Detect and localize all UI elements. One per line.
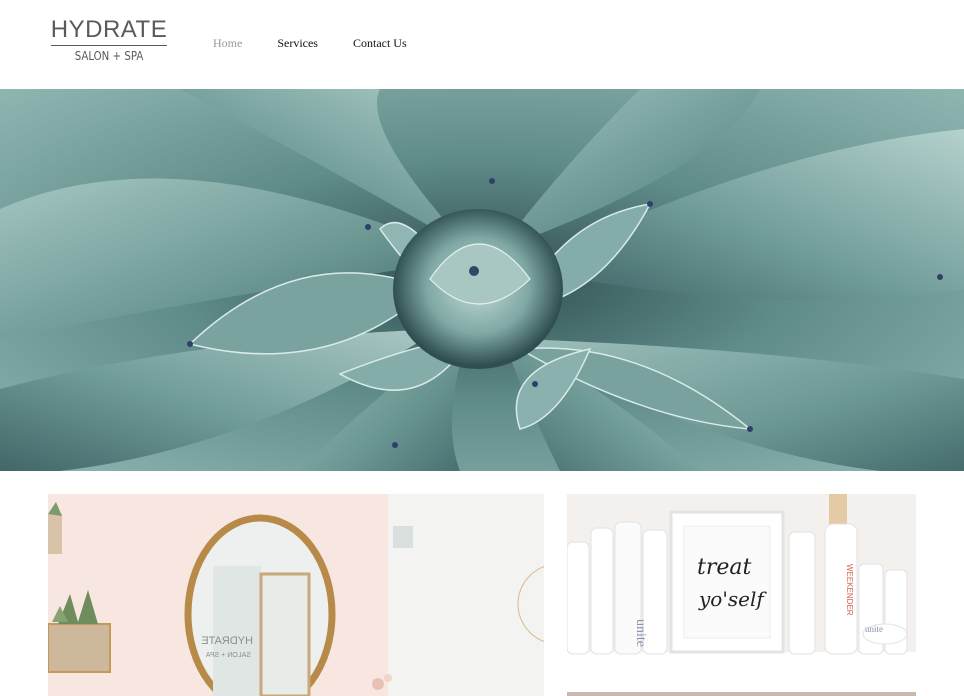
svg-text:HYDRATE: HYDRATE <box>201 635 253 647</box>
main-nav: Home Services Contact Us <box>213 36 442 51</box>
site-header: HYDRATE SALON + SPA Home Services Contac… <box>0 0 964 89</box>
frame-sign-line-2: yo'self <box>698 587 767 611</box>
svg-text:WEEKENDER: WEEKENDER <box>845 564 854 616</box>
logo-subtitle: SALON + SPA <box>74 49 144 63</box>
agave-illustration <box>0 89 964 471</box>
frame-sign-line-1: treat <box>697 555 751 580</box>
product-shelf-illustration: unite treat yo'self WEEKENDER unite <box>567 494 916 669</box>
gallery-products-image: unite treat yo'self WEEKENDER unite <box>567 494 916 669</box>
logo-title: HYDRATE <box>50 16 168 43</box>
nav-services-link[interactable]: Services <box>277 36 318 51</box>
gallery-next-image-edge <box>567 692 916 696</box>
gallery-salon-interior-image: HYDRATE SALON + SPA <box>48 494 544 696</box>
site-logo[interactable]: HYDRATE SALON + SPA <box>50 16 168 68</box>
logo-divider <box>51 45 167 46</box>
salon-interior-illustration: HYDRATE SALON + SPA <box>48 494 544 696</box>
svg-text:unite: unite <box>865 624 883 634</box>
svg-text:SALON + SPA: SALON + SPA <box>205 652 251 659</box>
nav-contact-link[interactable]: Contact Us <box>353 36 407 51</box>
svg-text:unite: unite <box>633 619 648 647</box>
nav-home-link[interactable]: Home <box>213 36 242 51</box>
hero-image <box>0 89 964 471</box>
